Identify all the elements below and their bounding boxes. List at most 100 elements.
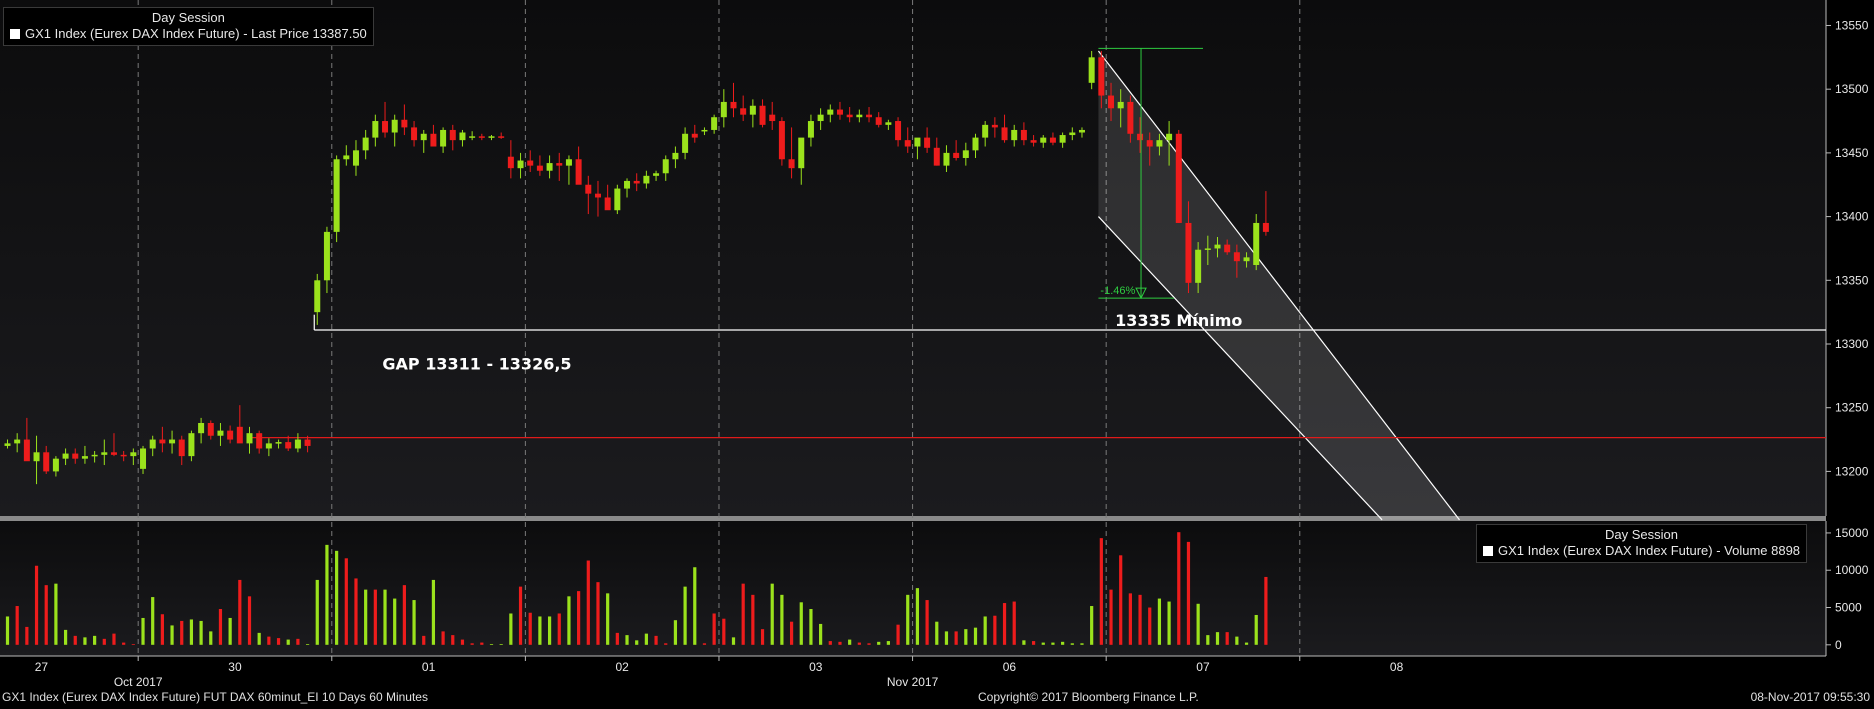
volume-bar	[664, 643, 668, 645]
candle-down	[449, 129, 456, 141]
volume-bar	[702, 643, 707, 645]
volume-bar	[954, 631, 958, 645]
candle-up	[1059, 135, 1066, 143]
volume-bar	[44, 585, 48, 645]
candle-down	[556, 163, 563, 166]
volume-bar	[673, 620, 678, 645]
volume-bar	[547, 616, 552, 645]
volume-bar	[34, 565, 39, 645]
price-volume-chart: -1.46% GAP 13311 - 13326,5 13335 Mínimo 1…	[0, 0, 1869, 689]
candle-down	[1262, 222, 1269, 232]
volume-bar	[25, 626, 29, 645]
volume-bar	[1099, 538, 1103, 645]
volume-bar	[973, 627, 978, 645]
volume-bar	[286, 639, 290, 645]
candle-up	[1117, 101, 1124, 109]
volume-bar	[635, 640, 639, 645]
volume-bar	[238, 579, 242, 645]
candle-up	[798, 137, 805, 169]
chart-annotation: 13335 Mínimo	[1115, 311, 1242, 330]
candle-down	[207, 422, 214, 436]
candle-up	[720, 101, 727, 118]
candle-up	[333, 159, 340, 232]
candle-down	[846, 114, 853, 118]
candle-up	[352, 150, 359, 166]
volume-bar	[1022, 640, 1026, 645]
volume-bar	[1215, 632, 1220, 645]
candle-up	[323, 231, 330, 281]
volume-bar	[741, 583, 745, 645]
price-tick-label: 13550	[1835, 18, 1869, 32]
candle-up	[469, 136, 476, 138]
footer-timestamp: 08-Nov-2017 09:55:30	[1750, 690, 1870, 704]
candle-up	[856, 114, 863, 118]
price-panel-bg	[0, 0, 1826, 516]
volume-bar	[528, 612, 532, 645]
volume-bar	[925, 600, 929, 645]
candle-up	[4, 443, 11, 446]
candle-up	[188, 433, 195, 457]
candle-down	[1146, 140, 1153, 147]
price-legend: Day Session GX1 Index (Eurex DAX Index F…	[3, 7, 374, 46]
price-tick-label: 13400	[1835, 210, 1869, 224]
volume-bar	[5, 616, 10, 645]
candle-down	[730, 101, 737, 109]
volume-bar	[915, 588, 920, 645]
candle-up	[62, 453, 69, 459]
volume-bar	[131, 644, 135, 645]
candle-up	[1088, 57, 1095, 83]
volume-bar	[93, 635, 97, 645]
candle-up	[682, 133, 689, 153]
candle-down	[1098, 57, 1105, 96]
candle-up	[982, 124, 989, 138]
candle-down	[788, 159, 795, 169]
volume-bar	[1012, 601, 1016, 645]
volume-bar	[247, 596, 252, 645]
candle-up	[546, 163, 553, 171]
volume-bar	[257, 632, 261, 645]
candle-up	[817, 114, 824, 122]
candle-up	[1204, 248, 1211, 250]
volume-bar	[567, 596, 571, 645]
volume-bar	[218, 609, 223, 645]
volume-bar	[296, 638, 300, 645]
date-tick-label: 06	[1003, 660, 1017, 674]
volume-bar	[489, 644, 494, 645]
volume-bar	[838, 641, 842, 645]
volume-legend: Day Session GX1 Index (Eurex DAX Index F…	[1476, 524, 1808, 563]
volume-tick-label: 0	[1835, 638, 1842, 652]
candle-down	[72, 453, 79, 459]
volume-bar	[151, 597, 155, 645]
candle-down	[23, 439, 30, 462]
volume-bar	[170, 625, 174, 645]
candle-up	[749, 105, 756, 115]
candle-down	[1001, 127, 1008, 141]
volume-bar	[596, 582, 600, 645]
volume-bar	[344, 558, 348, 645]
price-tick-label: 13500	[1835, 82, 1869, 96]
price-tick-label: 13300	[1835, 337, 1869, 351]
volume-bar	[1196, 603, 1200, 645]
volume-bar	[431, 579, 436, 645]
candle-up	[459, 132, 466, 141]
candle-up	[1069, 132, 1076, 136]
measure-label: -1.46%	[1100, 285, 1135, 297]
volume-bar	[54, 583, 58, 645]
candle-down	[604, 197, 611, 211]
candle-up	[372, 121, 379, 138]
candle-down	[991, 124, 998, 128]
volume-tick-label: 10000	[1835, 563, 1869, 577]
date-tick-label: 02	[616, 660, 630, 674]
candle-down	[1127, 101, 1134, 134]
month-label: Nov 2017	[887, 675, 939, 689]
volume-bar	[470, 643, 474, 645]
volume-tick-label: 15000	[1835, 526, 1869, 540]
volume-bar	[1128, 593, 1132, 645]
date-tick-label: 03	[809, 660, 823, 674]
volume-bar	[538, 616, 542, 645]
candle-up	[1195, 249, 1202, 283]
candle-down	[1049, 137, 1056, 143]
candle-down	[1108, 95, 1115, 109]
volume-bar	[1119, 555, 1123, 645]
candle-up	[614, 188, 621, 211]
